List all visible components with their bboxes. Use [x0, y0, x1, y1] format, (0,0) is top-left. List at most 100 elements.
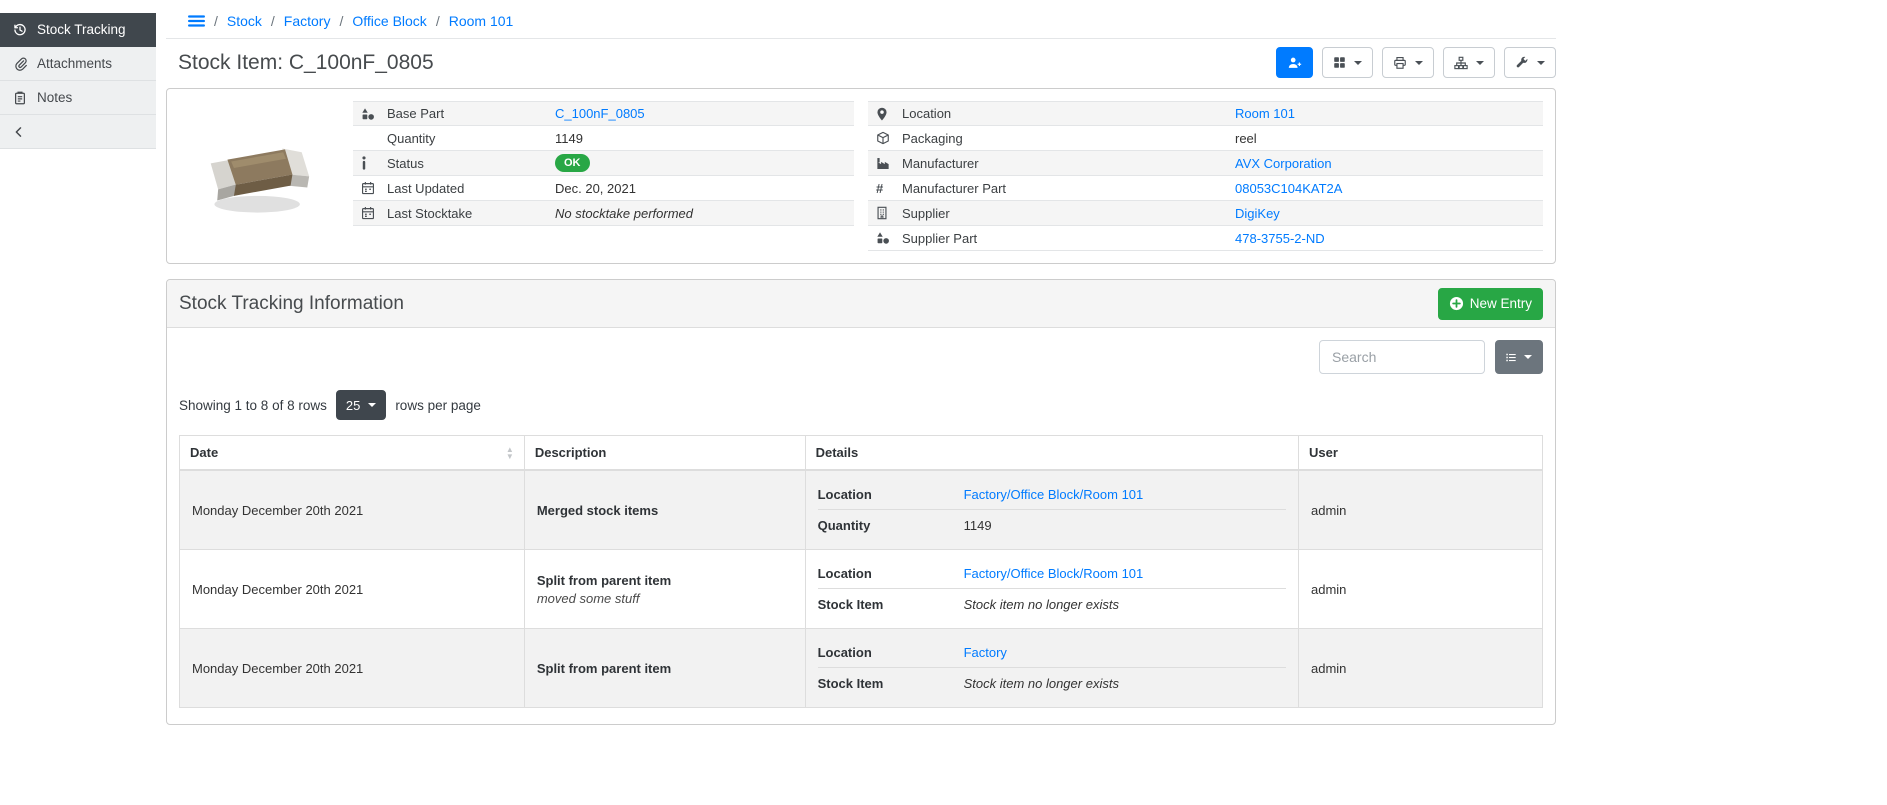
- new-entry-button[interactable]: New Entry: [1438, 288, 1543, 320]
- breadcrumb-link-stock[interactable]: Stock: [227, 13, 262, 29]
- industry-icon: [876, 157, 890, 170]
- detail-location-link[interactable]: Factory/Office Block/Room 101: [964, 487, 1144, 502]
- capacitor-image: [194, 127, 324, 222]
- info-row-quantity: Quantity 1149: [353, 126, 854, 151]
- info-row-supplier-part: Supplier Part 478-3755-2-ND: [868, 226, 1543, 251]
- last-updated-value: Dec. 20, 2021: [555, 181, 846, 196]
- sidebar-item-notes[interactable]: Notes: [0, 81, 156, 115]
- details-cell: Location Factory Stock Item Stock item n…: [805, 629, 1298, 708]
- detail-row: Quantity 1149: [818, 510, 1286, 541]
- detail-location-link[interactable]: Factory: [964, 645, 1007, 660]
- print-dropdown-button[interactable]: [1382, 47, 1434, 78]
- history-icon: [13, 23, 27, 37]
- tools-dropdown-button[interactable]: [1504, 47, 1556, 78]
- user-actions-button[interactable]: [1276, 47, 1313, 78]
- info-label: Base Part: [387, 106, 555, 121]
- search-input[interactable]: [1319, 340, 1485, 374]
- info-label: Supplier: [902, 206, 1235, 221]
- grid-dropdown-button[interactable]: [1322, 47, 1373, 78]
- breadcrumb-separator: /: [271, 13, 275, 29]
- sort-icon[interactable]: ▲▼: [506, 446, 514, 460]
- table-controls: [179, 340, 1543, 374]
- breadcrumb-separator: /: [339, 13, 343, 29]
- chevron-down-icon: [1524, 355, 1532, 359]
- sidebar-item-label: Notes: [37, 90, 72, 105]
- detail-row: Location Factory/Office Block/Room 101: [818, 479, 1286, 510]
- detail-location-link[interactable]: Factory/Office Block/Room 101: [964, 566, 1144, 581]
- page-size-value: 25: [346, 398, 360, 413]
- showing-text: Showing 1 to 8 of 8 rows: [179, 398, 327, 413]
- manufacturer-part-link[interactable]: 08053C104KAT2A: [1235, 181, 1342, 196]
- info-row-base-part: Base Part C_100nF_0805: [353, 101, 854, 126]
- base-part-link[interactable]: C_100nF_0805: [555, 106, 645, 121]
- description-cell: Split from parent item: [524, 629, 805, 708]
- column-header-details: Details: [805, 436, 1298, 471]
- info-label: Location: [902, 106, 1235, 121]
- last-stocktake-value: No stocktake performed: [555, 206, 846, 221]
- title-row: Stock Item: C_100nF_0805: [166, 47, 1556, 78]
- breadcrumb-link-factory[interactable]: Factory: [284, 13, 331, 29]
- info-row-location: Location Room 101: [868, 101, 1543, 126]
- description-cell: Merged stock items: [524, 470, 805, 550]
- info-row-status: Status OK: [353, 151, 854, 176]
- table-row: Monday December 20th 2021 Split from par…: [180, 550, 1543, 629]
- hash-icon: #: [876, 181, 883, 196]
- detail-row: Stock Item Stock item no longer exists: [818, 668, 1286, 699]
- item-info-right-table: Location Room 101 Packaging reel Manufac…: [868, 101, 1543, 251]
- supplier-link[interactable]: DigiKey: [1235, 206, 1280, 221]
- chevron-left-icon: [13, 126, 25, 138]
- breadcrumb-separator: /: [214, 13, 218, 29]
- chevron-down-icon: [1415, 61, 1423, 65]
- info-label: Status: [387, 156, 555, 171]
- chevron-down-icon: [1476, 61, 1484, 65]
- calendar-icon: [361, 206, 375, 220]
- detail-value: Stock item no longer exists: [964, 676, 1119, 691]
- column-header-date[interactable]: Date ▲▼: [180, 436, 525, 471]
- stock-tracking-header: Stock Tracking Information New Entry: [167, 280, 1555, 328]
- calendar-icon: [361, 181, 375, 195]
- item-info-right: Location Room 101 Packaging reel Manufac…: [868, 101, 1543, 251]
- sidebar-item-label: Attachments: [37, 56, 112, 71]
- detail-row: Location Factory: [818, 637, 1286, 668]
- sidebar-item-stock-tracking[interactable]: Stock Tracking: [0, 13, 156, 47]
- sitemap-dropdown-button[interactable]: [1443, 47, 1495, 78]
- manufacturer-link[interactable]: AVX Corporation: [1235, 156, 1332, 171]
- breadcrumb: / Stock / Factory / Office Block / Room …: [166, 0, 1556, 29]
- notes-icon: [13, 91, 27, 105]
- user-cell: admin: [1299, 470, 1543, 550]
- table-header-row: Date ▲▼ Description Details User: [180, 436, 1543, 471]
- paperclip-icon: [13, 57, 27, 71]
- columns-dropdown-button[interactable]: [1495, 340, 1543, 374]
- date-cell: Monday December 20th 2021: [180, 550, 525, 629]
- page-size-dropdown[interactable]: 25: [336, 390, 386, 420]
- sitemap-icon: [1454, 56, 1468, 70]
- divider: [166, 38, 1556, 39]
- sidebar-collapse-button[interactable]: [0, 115, 156, 149]
- stock-tracking-body: Showing 1 to 8 of 8 rows 25 rows per pag…: [167, 328, 1555, 724]
- part-image[interactable]: [179, 101, 339, 251]
- item-info-left: Base Part C_100nF_0805 Quantity 1149 Sta…: [179, 101, 854, 251]
- details-cell: Location Factory/Office Block/Room 101 Q…: [805, 470, 1298, 550]
- menu-icon[interactable]: [188, 14, 205, 28]
- table-row: Monday December 20th 2021 Split from par…: [180, 629, 1543, 708]
- info-label: Manufacturer: [902, 156, 1235, 171]
- detail-value: 1149: [964, 518, 992, 533]
- grid-icon: [1333, 56, 1346, 69]
- user-icon: [1287, 56, 1302, 70]
- sidebar-item-attachments[interactable]: Attachments: [0, 47, 156, 81]
- wrench-icon: [1515, 56, 1529, 70]
- toolbar: [1276, 47, 1556, 78]
- user-cell: admin: [1299, 550, 1543, 629]
- info-row-manufacturer: Manufacturer AVX Corporation: [868, 151, 1543, 176]
- map-marker-icon: [876, 107, 888, 121]
- breadcrumb-link-room-101[interactable]: Room 101: [449, 13, 514, 29]
- supplier-part-link[interactable]: 478-3755-2-ND: [1235, 231, 1325, 246]
- info-row-packaging: Packaging reel: [868, 126, 1543, 151]
- main-content: / Stock / Factory / Office Block / Room …: [166, 0, 1556, 725]
- location-link[interactable]: Room 101: [1235, 106, 1295, 121]
- detail-label: Stock Item: [818, 676, 964, 691]
- sidebar-item-label: Stock Tracking: [37, 22, 126, 37]
- breadcrumb-link-office-block[interactable]: Office Block: [352, 13, 426, 29]
- quantity-value: 1149: [555, 131, 846, 146]
- detail-row: Location Factory/Office Block/Room 101: [818, 558, 1286, 589]
